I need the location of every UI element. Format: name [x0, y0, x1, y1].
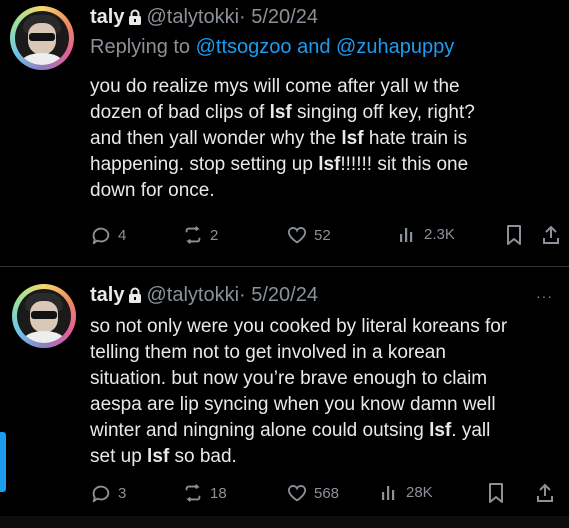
display-name[interactable]: taly — [90, 6, 124, 28]
text-line: set up lsf so bad. — [90, 446, 237, 467]
mention-link[interactable]: @ttsogzoo — [196, 36, 292, 58]
user-handle[interactable]: @talytokki — [146, 284, 239, 306]
views-count: 28K — [406, 483, 433, 501]
like-count: 52 — [314, 226, 331, 244]
text-line: telling them not to get involved in a ko… — [90, 342, 446, 363]
text-line: down for once. — [90, 180, 215, 201]
bold-term: lsf — [269, 102, 292, 123]
side-tab — [0, 432, 6, 492]
bold-term: lsf — [318, 154, 341, 175]
views-count: 2.3K — [424, 225, 455, 243]
user-handle[interactable]: @talytokki — [146, 6, 239, 28]
mention-link[interactable]: @zuhapuppy — [336, 36, 454, 58]
tweet-date[interactable]: · 5/20/24 — [239, 284, 318, 306]
views-icon — [380, 482, 400, 502]
share-button[interactable] — [542, 224, 560, 246]
text-line: dozen of bad clips of lsf singing off ke… — [90, 102, 475, 123]
reply-button[interactable]: 3 — [90, 482, 126, 504]
tweet-actions: 4 2 52 2.3K — [90, 224, 560, 248]
replying-to-and: and — [291, 36, 337, 58]
reply-icon — [90, 224, 112, 246]
text-line: situation. but now you’re brave enough t… — [90, 368, 488, 389]
more-icon[interactable]: ··· — [536, 288, 553, 304]
text-line: happening. stop setting up lsf!!!!!! sit… — [90, 154, 469, 175]
share-button[interactable] — [536, 482, 554, 504]
replying-to-label: Replying to — [90, 36, 196, 58]
retweet-count: 2 — [210, 226, 219, 244]
retweet-button[interactable]: 18 — [182, 482, 227, 504]
bold-term: lsf — [341, 128, 364, 149]
reply-count: 3 — [118, 484, 127, 502]
display-name[interactable]: taly — [90, 284, 124, 306]
retweet-icon — [182, 482, 204, 504]
like-icon — [286, 224, 308, 246]
lock-icon — [128, 8, 142, 31]
views-icon — [398, 224, 418, 244]
bold-term: lsf — [429, 420, 452, 441]
bookmark-icon — [504, 224, 524, 246]
replying-to: Replying to @ttsogzoo and @zuhapuppy — [90, 36, 454, 59]
retweet-count: 18 — [210, 484, 227, 502]
reply-button[interactable]: 4 — [90, 224, 126, 246]
text-line: aespa are lip syncing when you know damn… — [90, 394, 496, 415]
tweet-header: taly @talytokki· 5/20/24 — [90, 284, 318, 309]
avatar[interactable] — [10, 6, 74, 70]
like-count: 568 — [314, 484, 340, 502]
text-line: so not only were you cooked by literal k… — [90, 316, 508, 337]
views-button[interactable]: 28K — [380, 482, 433, 502]
divider — [0, 266, 569, 267]
avatar[interactable] — [12, 284, 76, 348]
like-button[interactable]: 568 — [286, 482, 339, 504]
like-button[interactable]: 52 — [286, 224, 331, 246]
text-line: you do realize mys will come after yall … — [90, 76, 460, 97]
share-icon — [542, 224, 560, 246]
reply-icon — [90, 482, 112, 504]
bold-term: lsf — [147, 446, 170, 467]
lock-icon — [128, 286, 142, 309]
tweet-text: so not only were you cooked by literal k… — [90, 314, 507, 470]
reply-count: 4 — [118, 226, 127, 244]
bottom-strip — [0, 516, 569, 528]
tweet-1[interactable]: taly @talytokki· 5/20/24 Replying to @tts… — [0, 0, 569, 262]
retweet-icon — [182, 224, 204, 246]
text-line: and then yall wonder why the lsf hate tr… — [90, 128, 468, 149]
share-icon — [536, 482, 554, 504]
text-line: winter and ningning alone could outsing … — [90, 420, 491, 441]
views-button[interactable]: 2.3K — [398, 224, 455, 244]
tweet-date[interactable]: · 5/20/24 — [239, 6, 318, 28]
tweet-2[interactable]: taly @talytokki· 5/20/24 ··· so not only … — [0, 276, 569, 516]
tweet-actions: 3 18 568 28K — [90, 482, 560, 506]
bookmark-icon — [486, 482, 506, 504]
bookmark-button[interactable] — [504, 224, 524, 246]
bookmark-button[interactable] — [486, 482, 506, 504]
tweet-text: you do realize mys will come after yall … — [90, 74, 475, 204]
retweet-button[interactable]: 2 — [182, 224, 218, 246]
tweet-header: taly @talytokki· 5/20/24 — [90, 6, 318, 31]
like-icon — [286, 482, 308, 504]
